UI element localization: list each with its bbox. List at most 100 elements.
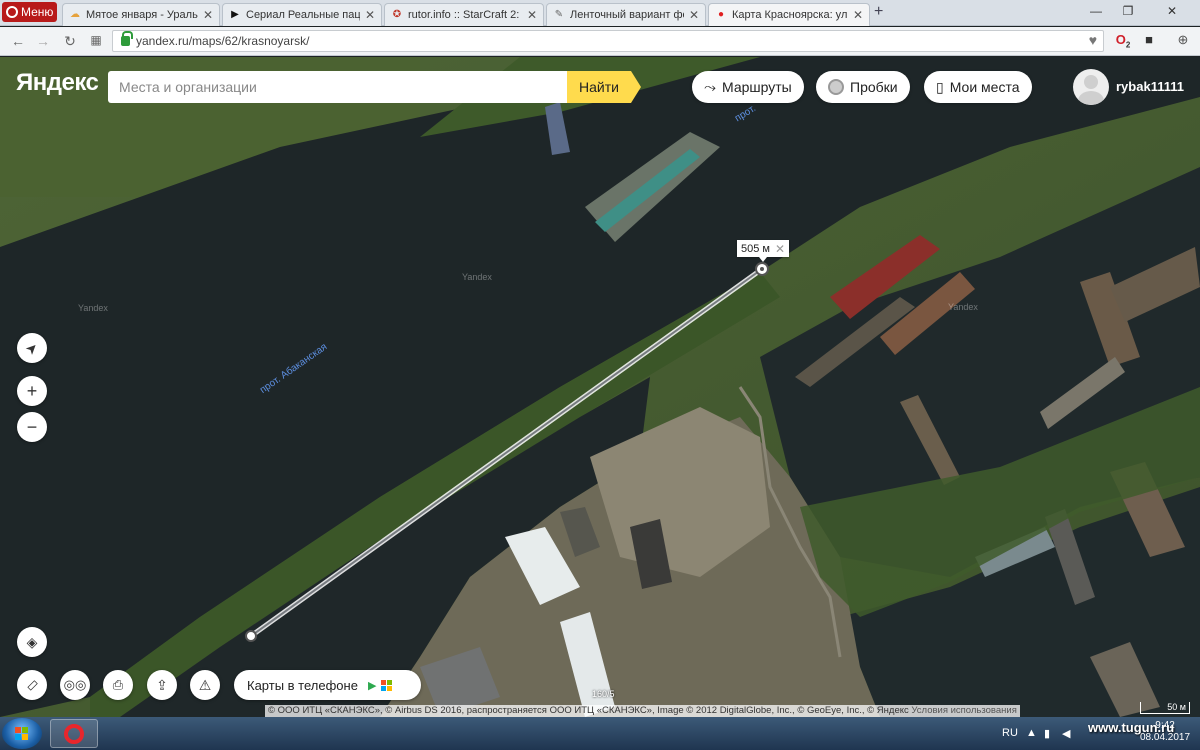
satellite-imagery [0,57,1200,717]
windows-store-icon [381,679,393,691]
bookmark-heart-icon[interactable]: ♥ [1089,32,1097,48]
map-pin-icon: ● [717,9,725,20]
windows-taskbar: RU ▲ ▮ ◀ www.tugun.ru 9:42 08.04.2017 [0,717,1200,750]
traffic-label: Пробки [850,79,898,95]
yandex-logo[interactable]: Яндекс [16,69,99,97]
distance-value: 505 м [741,242,770,255]
mobile-apps-button[interactable]: Карты в телефоне ▶ [234,670,421,700]
new-tab-icon[interactable]: + [874,4,890,20]
tab-title: rutor.info :: StarCraft 2: Wi [408,9,522,21]
map-view[interactable]: прот. Абаканская прот. Yandex Yandex Yan… [0,57,1200,717]
opera-menu-button[interactable]: Меню [2,2,57,22]
start-button[interactable] [2,718,42,749]
clock[interactable]: 9:42 08.04.2017 [1140,720,1190,744]
language-indicator[interactable]: RU [1002,727,1018,739]
rutor-icon: ✪ [392,9,402,20]
zoom-out-button[interactable]: − [17,412,47,442]
tab-2[interactable]: ▶ Сериал Реальные пацаны ✕ [222,3,382,26]
tray-arrow-icon[interactable]: ▲ [1026,727,1037,739]
copyright-bar: © ООО ИТЦ «СКАНЭКС», © Airbus DS 2016, р… [265,705,1020,717]
search-button[interactable]: Найти [567,71,641,103]
windows-logo-icon [15,727,28,740]
scale-bar: 50 м [1140,702,1190,714]
tab-5-active[interactable]: ● Карта Красноярска: улиц ✕ [708,3,870,26]
tab-title: Мятое января - Уральски [86,9,198,21]
ruler-icon: ▭ [21,674,42,695]
report-error-button[interactable]: ⚠ [190,670,220,700]
close-icon[interactable]: ✕ [203,8,213,22]
forward-icon[interactable]: → [35,33,51,49]
house-number-label: 160/5 [592,689,615,699]
panorama-button[interactable]: ◎◎ [60,670,90,700]
minimize-icon[interactable]: — [1088,4,1104,18]
volume-icon[interactable]: ◀ [1062,727,1070,740]
share-button[interactable]: ⇪ [147,670,177,700]
terms-link[interactable]: Условия использования [911,705,1016,716]
menu-label: Меню [21,5,54,19]
layers-icon: ◈ [26,633,38,650]
binoculars-icon: ◎◎ [63,677,87,692]
tab-1[interactable]: ☁ Мятое января - Уральски ✕ [62,3,220,26]
lock-icon [121,31,133,46]
geolocation-button[interactable]: ➤ [17,333,47,363]
yandex-watermark: Yandex [462,272,492,282]
phone-apps-label: Карты в телефоне [247,677,358,693]
yandex-watermark: Yandex [78,303,108,313]
play-icon: ▶ [231,9,239,20]
browser-tab-bar: Меню ☁ Мятое января - Уральски ✕ ▶ Сериа… [0,0,1200,26]
my-places-label: Мои места [949,79,1020,95]
ruler-button[interactable]: ▭ [17,670,47,700]
plus-icon: + [26,380,38,401]
pen-icon: ✎ [554,9,564,20]
google-play-icon: ▶ [367,679,377,692]
bookmark-icon: ▯ [936,78,944,95]
taskbar-opera-button[interactable] [50,719,98,748]
back-icon[interactable]: ← [10,33,26,49]
routes-button[interactable]: ⤳ Маршруты [692,71,804,103]
tab-4[interactable]: ✎ Ленточный вариант фор ✕ [546,3,706,26]
close-icon[interactable]: ✕ [853,8,863,22]
address-bar: ← → ↻ ▦ yandex.ru/maps/62/krasnoyarsk/ ♥… [0,27,1200,56]
print-button[interactable]: ⎙ [103,670,133,700]
close-icon[interactable]: ✕ [775,242,785,256]
clock-time: 9:42 [1155,720,1175,731]
close-icon[interactable]: ✕ [527,8,537,22]
share-icon: ⇪ [156,676,168,693]
restore-icon[interactable]: ❐ [1120,4,1136,18]
minus-icon: − [26,416,38,437]
printer-icon: ⎙ [112,677,124,692]
opera-badge: 2 [1125,40,1131,50]
url-text: yandex.ru/maps/62/krasnoyarsk/ [136,34,310,48]
network-icon[interactable]: ▮ [1044,727,1050,740]
close-window-icon[interactable]: ✕ [1164,4,1180,18]
route-icon: ⤳ [704,78,717,96]
download-icon[interactable]: ⊕ [1174,32,1192,50]
speed-dial-icon[interactable]: ▦ [88,33,104,47]
tab-title: Сериал Реальные пацаны [246,9,360,21]
clock-date: 08.04.2017 [1140,732,1191,743]
close-icon[interactable]: ✕ [689,8,699,22]
reload-icon[interactable]: ↻ [62,33,78,50]
tab-title: Карта Красноярска: улиц [732,9,848,21]
shield-extension-icon[interactable]: ■ [1140,32,1158,50]
copyright-text: © ООО ИТЦ «СКАНЭКС», © Airbus DS 2016, р… [268,705,909,716]
close-icon[interactable]: ✕ [365,8,375,22]
search-input[interactable]: Места и организации [108,71,568,103]
traffic-button[interactable]: Пробки [816,71,910,103]
username[interactable]: rybak11111 [1116,79,1184,94]
cloud-icon: ☁ [70,9,80,20]
my-places-button[interactable]: ▯ Мои места [924,71,1032,103]
opera-extension-icon[interactable]: O2 [1114,32,1132,50]
yandex-watermark: Yandex [948,302,978,312]
location-arrow-icon: ➤ [21,337,42,358]
distance-tooltip: 505 м ✕ [737,240,790,262]
routes-label: Маршруты [722,79,792,95]
layers-button[interactable]: ◈ [17,627,47,657]
avatar[interactable] [1073,69,1109,105]
warning-icon: ⚠ [198,676,212,693]
url-field[interactable]: yandex.ru/maps/62/krasnoyarsk/ ♥ [112,30,1104,52]
traffic-icon [828,79,844,95]
zoom-in-button[interactable]: + [17,376,47,406]
tab-3[interactable]: ✪ rutor.info :: StarCraft 2: Wi ✕ [384,3,544,26]
tab-title: Ленточный вариант фор [570,9,684,21]
